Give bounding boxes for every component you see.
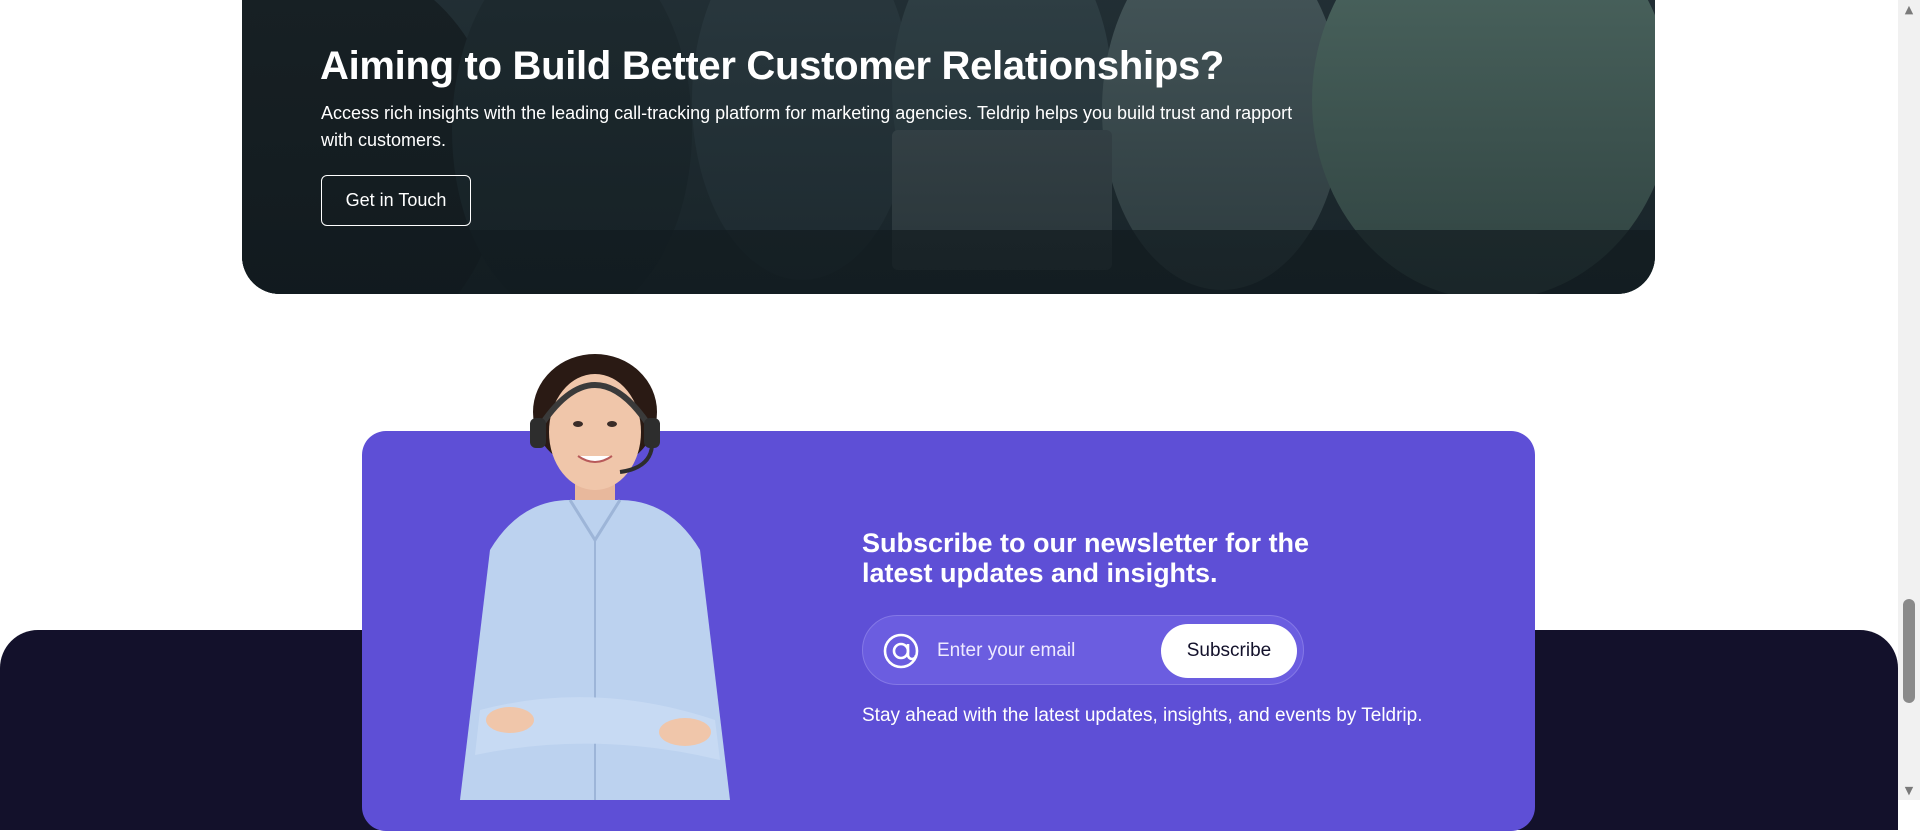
- hero-description: Access rich insights with the leading ca…: [321, 103, 1293, 150]
- scroll-up-arrow-icon[interactable]: ▲: [1902, 2, 1916, 16]
- scroll-down-arrow-icon[interactable]: ▼: [1902, 783, 1916, 797]
- newsletter-title: Subscribe to our newsletter for the late…: [862, 528, 1310, 588]
- newsletter-note: Stay ahead with the latest updates, insi…: [862, 705, 1423, 726]
- page-scrollbar[interactable]: ▲ ▼: [1898, 0, 1920, 800]
- newsletter-form: Subscribe: [862, 615, 1304, 685]
- get-in-touch-button[interactable]: Get in Touch: [321, 175, 471, 226]
- support-agent-illustration: [460, 354, 730, 800]
- email-input[interactable]: [935, 630, 1159, 672]
- hero-title: Aiming to Build Better Customer Relation…: [320, 44, 1225, 88]
- hero-banner: Aiming to Build Better Customer Relation…: [242, 0, 1655, 294]
- at-sign-icon: [883, 633, 919, 669]
- subscribe-button[interactable]: Subscribe: [1161, 624, 1297, 678]
- scroll-thumb[interactable]: [1903, 599, 1915, 703]
